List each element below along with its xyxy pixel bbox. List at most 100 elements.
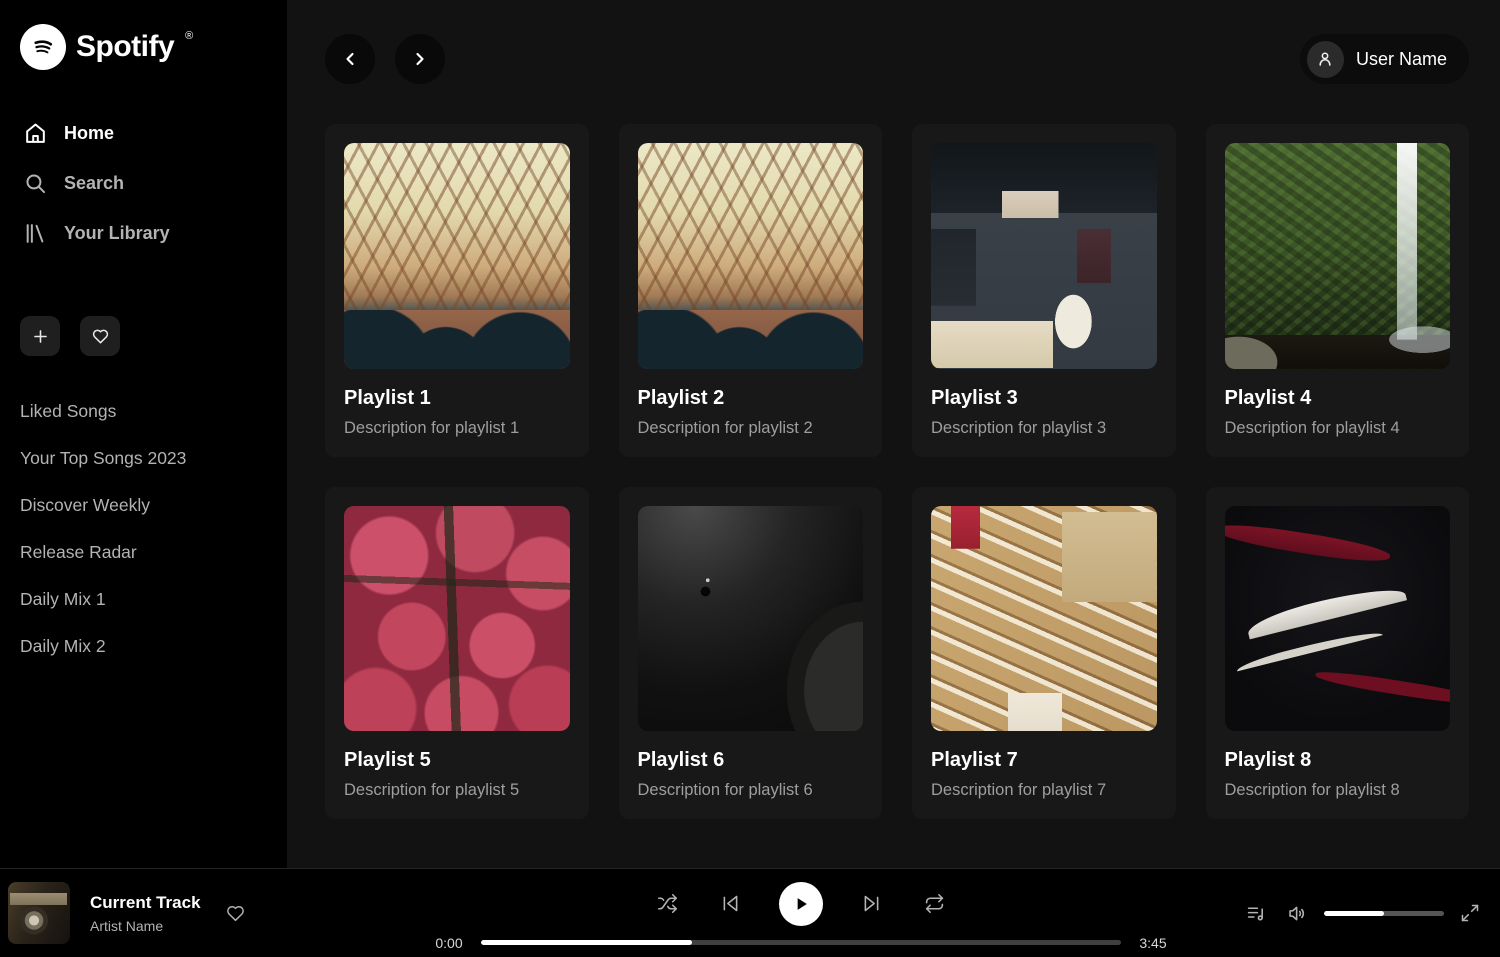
home-icon [22,121,48,146]
volume-fill [1324,911,1384,916]
sidebar-playlist-top-songs[interactable]: Your Top Songs 2023 [18,435,269,482]
create-playlist-button[interactable] [20,316,60,356]
repeat-icon [924,893,945,914]
playlist-title: Playlist 8 [1225,749,1451,772]
speaker-icon [1287,903,1308,924]
primary-nav: Home Search Your Library [18,108,269,258]
playlist-cover-art [1225,506,1451,732]
playlist-card-8[interactable]: Playlist 8 Description for playlist 8 [1206,487,1470,820]
shuffle-button[interactable] [653,889,682,918]
progress-row: 0:00 3:45 [431,935,1171,951]
playback-controls [653,882,949,926]
brand-name: Spotify [76,30,174,64]
playlist-description: Description for playlist 4 [1225,419,1451,438]
playlist-card-6[interactable]: Playlist 6 Description for playlist 6 [619,487,883,820]
topbar: User Name [325,34,1469,84]
playlist-card-5[interactable]: Playlist 5 Description for playlist 5 [325,487,589,820]
nav-home-label: Home [64,123,114,144]
user-menu-button[interactable]: User Name [1300,34,1469,84]
track-title: Current Track [90,893,201,913]
playlist-description: Description for playlist 8 [1225,781,1451,800]
playlist-card-1[interactable]: Playlist 1 Description for playlist 1 [325,124,589,457]
playlist-cover-art [931,506,1157,732]
volume-slider[interactable] [1324,911,1444,916]
playlist-description: Description for playlist 5 [344,781,570,800]
sidebar-playlist-daily-mix-1[interactable]: Daily Mix 1 [18,576,269,623]
playlist-card-4[interactable]: Playlist 4 Description for playlist 4 [1206,124,1470,457]
playlist-title: Playlist 5 [344,749,570,772]
player-bar: Current Track Artist Name [0,868,1500,957]
sidebar-playlist-release-radar[interactable]: Release Radar [18,529,269,576]
playlist-title: Playlist 7 [931,749,1157,772]
track-meta: Current Track Artist Name [90,893,201,934]
shuffle-icon [657,893,678,914]
queue-list-icon [1246,903,1267,924]
playlist-title: Playlist 1 [344,387,570,410]
back-button[interactable] [325,34,375,84]
duration: 3:45 [1135,935,1171,951]
registered-mark: ® [185,30,193,42]
nav-home[interactable]: Home [18,108,269,158]
elapsed-time: 0:00 [431,935,467,951]
album-art[interactable] [8,882,70,944]
previous-button[interactable] [716,889,745,918]
playlist-card-3[interactable]: Playlist 3 Description for playlist 3 [912,124,1176,457]
history-nav [325,34,445,84]
nav-library-label: Your Library [64,223,170,244]
main-content: User Name Playlist 1 Description for pla… [287,0,1500,868]
playlist-title: Playlist 6 [638,749,864,772]
playlist-cover-art [638,506,864,732]
playlist-cover-art [1225,143,1451,369]
expand-icon [1460,903,1480,923]
sidebar-playlist-liked-songs[interactable]: Liked Songs [18,388,269,435]
spotify-logo-icon [20,24,66,70]
nav-search[interactable]: Search [18,158,269,208]
playlist-title: Playlist 2 [638,387,864,410]
playlist-title: Playlist 4 [1225,387,1451,410]
track-artist: Artist Name [90,918,201,934]
playlist-card-7[interactable]: Playlist 7 Description for playlist 7 [912,487,1176,820]
playlist-description: Description for playlist 3 [931,419,1157,438]
playlist-cover-art [344,506,570,732]
skip-back-icon [720,893,741,914]
playlist-cover-art [638,143,864,369]
spotify-logo[interactable]: Spotify ® [18,22,269,70]
next-button[interactable] [857,889,886,918]
search-icon [22,171,48,196]
sidebar: Spotify ® Home Search Your Library [0,0,287,868]
playlist-cover-art [931,143,1157,369]
player-right [1222,899,1484,928]
progress-fill [481,940,692,945]
volume-button[interactable] [1283,899,1312,928]
playlist-description: Description for playlist 7 [931,781,1157,800]
chevron-left-icon [340,49,360,69]
plus-icon [31,327,50,346]
play-icon [791,894,811,914]
sidebar-actions [18,316,269,356]
repeat-button[interactable] [920,889,949,918]
sidebar-playlist-discover-weekly[interactable]: Discover Weekly [18,482,269,529]
nav-library[interactable]: Your Library [18,208,269,258]
progress-bar[interactable] [481,940,1121,945]
player-center: 0:00 3:45 [380,876,1222,951]
skip-forward-icon [861,893,882,914]
sidebar-playlist-daily-mix-2[interactable]: Daily Mix 2 [18,623,269,670]
now-playing: Current Track Artist Name [8,882,380,944]
sidebar-playlist-list: Liked Songs Your Top Songs 2023 Discover… [18,388,269,670]
queue-button[interactable] [1242,899,1271,928]
playlist-description: Description for playlist 1 [344,419,570,438]
chevron-right-icon [410,49,430,69]
avatar [1307,41,1344,78]
forward-button[interactable] [395,34,445,84]
playlist-description: Description for playlist 2 [638,419,864,438]
playlist-card-2[interactable]: Playlist 2 Description for playlist 2 [619,124,883,457]
liked-songs-button[interactable] [80,316,120,356]
user-name: User Name [1356,49,1447,70]
play-button[interactable] [779,882,823,926]
fullscreen-button[interactable] [1456,899,1484,927]
playlist-grid: Playlist 1 Description for playlist 1 Pl… [325,124,1469,819]
like-track-button[interactable] [221,899,250,928]
library-icon [22,221,48,246]
playlist-title: Playlist 3 [931,387,1157,410]
nav-search-label: Search [64,173,124,194]
